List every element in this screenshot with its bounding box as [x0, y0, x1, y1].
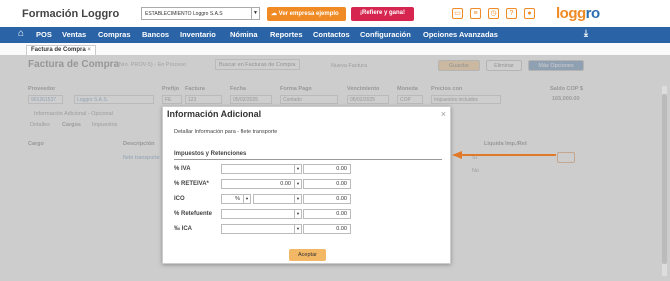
- scrollbar-thumb[interactable]: [662, 94, 667, 264]
- user-icon[interactable]: ●: [524, 8, 535, 19]
- ico-value[interactable]: 0.00: [303, 194, 351, 204]
- nav-item-pos[interactable]: POS: [36, 30, 52, 39]
- ica-label: ‰ ICA: [174, 226, 192, 232]
- modal-title: Información Adicional: [167, 109, 262, 119]
- accept-button[interactable]: Aceptar: [289, 249, 326, 261]
- additional-info-modal: Información Adicional × Detallar Informa…: [162, 106, 451, 264]
- brand-title: Formación Loggro: [22, 8, 120, 20]
- home-icon[interactable]: ⌂: [18, 28, 24, 39]
- download-icon[interactable]: ⤓: [584, 28, 588, 39]
- retefuente-select[interactable]: ▼: [221, 209, 302, 219]
- reteiva-select[interactable]: 0.00 ▼: [221, 179, 302, 189]
- retefuente-value[interactable]: 0.00: [303, 209, 351, 219]
- company-select-value: ESTABLECIMIENTO Loggro S.A.S: [145, 11, 223, 17]
- reteiva-select-value: 0.00: [280, 181, 291, 187]
- close-icon[interactable]: ×: [441, 109, 446, 119]
- close-icon[interactable]: ×: [87, 47, 91, 53]
- chevron-down-icon: ▼: [294, 180, 301, 188]
- calendar-icon[interactable]: ▭: [452, 8, 463, 19]
- demo-company-button[interactable]: ☁ Ver empresa ejemplo: [267, 7, 346, 21]
- chevron-down-icon: ▼: [251, 8, 259, 19]
- demo-company-label: Ver empresa ejemplo: [278, 11, 339, 17]
- clock-icon[interactable]: ◷: [488, 8, 499, 19]
- chevron-down-icon: ▼: [294, 195, 301, 203]
- nav-item-opciones-avanzadas[interactable]: Opciones Avanzadas: [423, 30, 498, 39]
- nav-item-ventas[interactable]: Ventas: [62, 30, 86, 39]
- chevron-down-icon: ▼: [294, 225, 301, 233]
- logo-main: logg: [556, 5, 586, 22]
- section-divider: [174, 159, 442, 160]
- ico-type-select[interactable]: % ▼: [221, 194, 251, 204]
- nav-item-bancos[interactable]: Bancos: [142, 30, 169, 39]
- main-nav: ⌂ POS Ventas Compras Bancos Inventario N…: [0, 27, 670, 43]
- ica-value[interactable]: 0.00: [303, 224, 351, 234]
- iva-label: % IVA: [174, 166, 191, 172]
- chevron-down-icon: ▼: [294, 165, 301, 173]
- retefuente-label: % Retefuente: [174, 211, 213, 217]
- top-bar: Formación Loggro ESTABLECIMIENTO Loggro …: [0, 0, 670, 27]
- nav-item-compras[interactable]: Compras: [98, 30, 131, 39]
- arrow-icon: [452, 151, 556, 159]
- section-title: Impuestos y Retenciones: [174, 151, 247, 157]
- ico-select[interactable]: ▼: [253, 194, 302, 204]
- refer-button[interactable]: ¡Refiere y gana!: [351, 7, 414, 21]
- ica-select[interactable]: ▼: [221, 224, 302, 234]
- tab-factura-compra[interactable]: Factura de Compra ×: [26, 45, 96, 55]
- reteiva-label: % RETEIVA*: [174, 181, 209, 187]
- nav-item-configuracion[interactable]: Configuración: [360, 30, 411, 39]
- tab-label: Factura de Compra: [31, 47, 86, 53]
- logo-accent: ro: [585, 5, 601, 22]
- nav-item-contactos[interactable]: Contactos: [313, 30, 350, 39]
- ico-label: ICO: [174, 196, 185, 202]
- chevron-down-icon: ▼: [294, 210, 301, 218]
- ico-type-value: %: [235, 196, 240, 202]
- nav-item-reportes[interactable]: Reportes: [270, 30, 303, 39]
- company-select[interactable]: ESTABLECIMIENTO Loggro S.A.S ▼: [141, 7, 260, 20]
- loggro-logo: loggro: [556, 5, 600, 22]
- chevron-down-icon: ▼: [243, 195, 250, 203]
- nav-item-inventario[interactable]: Inventario: [180, 30, 216, 39]
- nav-item-nomina[interactable]: Nómina: [230, 30, 258, 39]
- modal-description: Detallar Información para - flete transp…: [174, 129, 278, 135]
- scrollbar[interactable]: [662, 86, 667, 276]
- reteiva-value[interactable]: 0.00: [303, 179, 351, 189]
- iva-value[interactable]: 0.00: [303, 164, 351, 174]
- help-icon[interactable]: ?: [506, 8, 517, 19]
- cloud-icon: ☁: [271, 11, 277, 17]
- list-icon[interactable]: ≡: [470, 8, 481, 19]
- iva-select[interactable]: ▼: [221, 164, 302, 174]
